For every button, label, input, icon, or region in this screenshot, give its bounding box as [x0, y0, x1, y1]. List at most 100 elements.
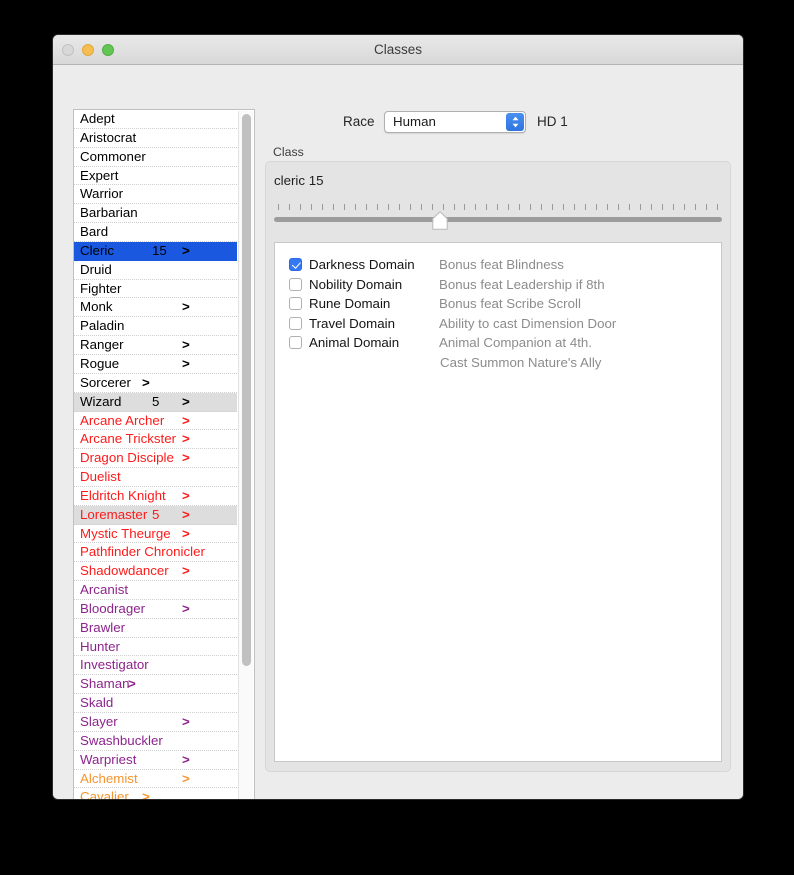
domain-description: Bonus feat Scribe Scroll	[439, 296, 581, 312]
class-list-item-label: Expert	[80, 167, 119, 183]
class-list-item[interactable]: Brawler	[74, 619, 237, 638]
class-list-item[interactable]: Barbarian	[74, 204, 237, 224]
domain-panel: Darkness Domain Bonus feat Blindness Nobil…	[274, 242, 722, 762]
class-list-item-disclosure-icon[interactable]: >	[182, 506, 190, 524]
class-list-item[interactable]: Druid	[74, 261, 237, 280]
class-list-item[interactable]: Shadowdancer >	[74, 562, 237, 582]
class-list-item-disclosure-icon[interactable]: >	[182, 412, 190, 430]
class-list-scrollbar-thumb[interactable]	[242, 114, 251, 666]
class-list-item-label: Shadowdancer	[80, 563, 169, 579]
class-list-item-disclosure-icon[interactable]: >	[182, 336, 190, 354]
slider-tick	[694, 204, 696, 210]
class-list-item-label: Paladin	[80, 318, 125, 334]
domain-checkbox[interactable]	[289, 297, 302, 311]
class-list-scrollbar[interactable]	[238, 111, 253, 799]
class-list-item-disclosure-icon[interactable]: >	[182, 525, 190, 543]
class-list-item-disclosure-icon[interactable]: >	[182, 487, 190, 505]
class-list-item-disclosure-icon[interactable]: >	[182, 562, 190, 580]
class-list-item-disclosure-icon[interactable]: >	[142, 374, 150, 392]
class-list-item[interactable]: Cleric 15 >	[74, 241, 237, 261]
class-list-item-disclosure-icon[interactable]: >	[182, 770, 190, 788]
class-list-item[interactable]: Warpriest >	[74, 751, 237, 770]
domain-row[interactable]: Darkness Domain Bonus feat Blindness	[289, 255, 711, 275]
slider-tick	[639, 204, 641, 210]
class-list-item[interactable]: Expert	[74, 167, 237, 186]
class-list-item-label: Arcanist	[80, 582, 129, 598]
race-popup-button[interactable]: Human	[384, 111, 526, 133]
domain-row[interactable]: Travel Domain Ability to cast Dimension D…	[289, 314, 711, 334]
slider-tick	[442, 204, 444, 210]
slider-tick	[508, 204, 510, 210]
class-list-item[interactable]: Hunter	[74, 638, 237, 657]
slider-tick	[541, 204, 543, 210]
class-list-item[interactable]: Slayer >	[74, 713, 237, 732]
chevron-updown-icon[interactable]	[506, 113, 524, 131]
class-level-slider[interactable]	[274, 204, 722, 230]
slider-tick	[574, 204, 576, 210]
class-list-item[interactable]: Mystic Theurge >	[74, 525, 237, 544]
class-list-item[interactable]: Aristocrat	[74, 129, 237, 148]
class-list-item[interactable]: Dragon Disciple >	[74, 449, 237, 469]
class-list-item[interactable]: Fighter	[74, 280, 237, 299]
class-list-item-label: Investigator	[80, 657, 149, 673]
window-titlebar[interactable]: Classes	[53, 35, 743, 65]
class-list-item[interactable]: Wizard 5 >	[74, 392, 237, 412]
class-list-item-disclosure-icon[interactable]: >	[182, 449, 190, 467]
domain-list: Darkness Domain Bonus feat Blindness Nobil…	[289, 255, 711, 373]
class-list-item[interactable]: Loremaster 5 >	[74, 505, 237, 525]
class-list-item[interactable]: Pathfinder Chronicler	[74, 543, 237, 563]
class-list-item-label: Rogue	[80, 355, 120, 371]
class-list-item[interactable]: Cavalier >	[74, 788, 237, 799]
class-list-item-disclosure-icon[interactable]: >	[182, 430, 190, 448]
class-list-item[interactable]: Warrior	[74, 185, 237, 205]
domain-checkbox[interactable]	[289, 336, 302, 350]
domain-checkbox[interactable]	[289, 316, 302, 330]
class-list-item-disclosure-icon[interactable]: >	[128, 675, 136, 693]
slider-tick	[321, 204, 323, 210]
class-list-item[interactable]: Monk >	[74, 298, 237, 318]
class-list-item-disclosure-icon[interactable]: >	[182, 751, 190, 769]
class-list-item[interactable]: Bloodrager >	[74, 600, 237, 619]
class-list-item-disclosure-icon[interactable]: >	[182, 355, 190, 373]
class-list-item[interactable]: Ranger >	[74, 336, 237, 355]
class-list-item[interactable]: Duelist	[74, 468, 237, 487]
detail-pane: Race Human HD 1 Class cleric 15 Darkness…	[265, 97, 731, 788]
slider-thumb[interactable]	[432, 211, 448, 230]
class-list-item[interactable]: Rogue >	[74, 355, 237, 374]
class-list-item[interactable]: Sorcerer >	[74, 374, 237, 393]
domain-row[interactable]: Nobility Domain Bonus feat Leadership if …	[289, 275, 711, 295]
class-list-item-disclosure-icon[interactable]: >	[182, 600, 190, 618]
screen: Classes Adept Aristocrat Commoner Expert War…	[0, 0, 794, 875]
domain-description-line2: Cast Summon Nature's Ally	[440, 354, 602, 370]
class-list-item[interactable]: Arcane Archer >	[74, 412, 237, 431]
class-list-item[interactable]: Alchemist >	[74, 770, 237, 789]
class-list-item[interactable]: Paladin	[74, 317, 237, 337]
class-list-item-disclosure-icon[interactable]: >	[182, 393, 190, 411]
domain-checkbox[interactable]	[289, 258, 302, 271]
slider-tick	[519, 204, 521, 210]
class-list-item-disclosure-icon[interactable]: >	[182, 713, 190, 731]
domain-checkbox[interactable]	[289, 277, 302, 291]
class-list-item[interactable]: Bard	[74, 223, 237, 242]
domain-row[interactable]: Animal Domain Animal Companion at 4th.	[289, 333, 711, 353]
class-list-item[interactable]: Swashbuckler	[74, 732, 237, 751]
class-list-item[interactable]: Shaman >	[74, 675, 237, 695]
class-list-item[interactable]: Eldritch Knight >	[74, 487, 237, 506]
class-list-item[interactable]: Skald	[74, 694, 237, 713]
class-list-item[interactable]: Commoner	[74, 148, 237, 167]
class-list-item-label: Pathfinder Chronicler	[80, 544, 205, 560]
class-list[interactable]: Adept Aristocrat Commoner Expert Warrior Barb…	[73, 109, 255, 799]
slider-tick	[672, 204, 674, 210]
class-list-item-disclosure-icon[interactable]: >	[182, 242, 190, 260]
slider-track[interactable]	[274, 217, 722, 222]
class-list-item[interactable]: Arcane Trickster >	[74, 430, 237, 450]
domain-name-label: Nobility Domain	[309, 276, 403, 292]
domain-name-label: Animal Domain	[309, 335, 400, 351]
class-list-item-disclosure-icon[interactable]: >	[142, 788, 150, 799]
class-list-item[interactable]: Investigator	[74, 656, 237, 676]
class-list-item[interactable]: Arcanist	[74, 581, 237, 600]
domain-row[interactable]: Rune Domain Bonus feat Scribe Scroll	[289, 294, 711, 314]
class-list-item[interactable]: Adept	[74, 110, 237, 129]
class-list-item-disclosure-icon[interactable]: >	[182, 298, 190, 316]
slider-tick	[343, 204, 345, 210]
